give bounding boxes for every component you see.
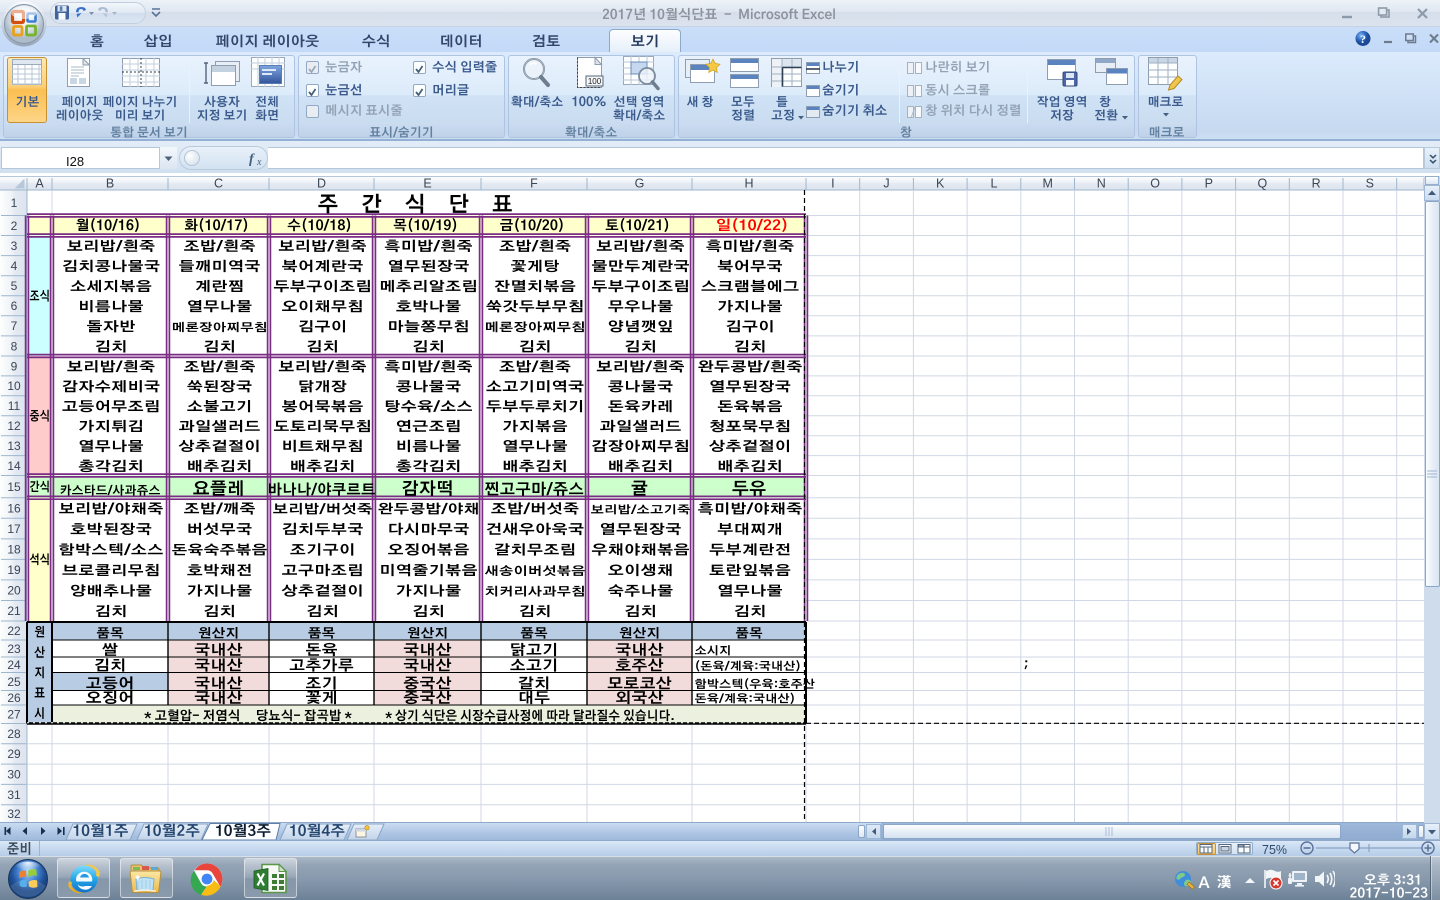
svg-text:6: 6: [11, 299, 18, 313]
svg-text:I28: I28: [66, 154, 84, 169]
svg-text:24: 24: [7, 658, 21, 672]
svg-text:5: 5: [11, 279, 18, 293]
svg-text:16: 16: [7, 501, 21, 515]
svg-text:23: 23: [7, 642, 21, 656]
svg-text:8: 8: [11, 339, 18, 353]
svg-text:20: 20: [7, 584, 21, 598]
svg-text:31: 31: [7, 788, 21, 802]
svg-text:J: J: [883, 177, 889, 191]
svg-text:2: 2: [11, 219, 18, 233]
svg-text:21: 21: [7, 604, 21, 618]
svg-text:M: M: [1042, 177, 1052, 191]
svg-text:12: 12: [7, 419, 21, 433]
svg-text:10: 10: [7, 379, 21, 393]
svg-text:F: F: [530, 177, 538, 191]
svg-text:25: 25: [7, 675, 21, 689]
svg-text:27: 27: [7, 708, 21, 722]
svg-text:9: 9: [11, 359, 18, 373]
svg-text:1: 1: [11, 196, 18, 210]
svg-text:R: R: [1312, 177, 1321, 191]
svg-text:18: 18: [7, 542, 21, 556]
svg-text:P: P: [1205, 177, 1213, 191]
svg-text:I: I: [831, 177, 834, 191]
svg-text:A: A: [35, 177, 44, 191]
svg-text:G: G: [635, 177, 645, 191]
svg-text:32: 32: [7, 807, 21, 821]
svg-text:75%: 75%: [1262, 843, 1287, 857]
svg-text:13: 13: [7, 439, 21, 453]
svg-text:14: 14: [7, 459, 21, 473]
svg-text:17: 17: [7, 522, 21, 536]
svg-text:N: N: [1097, 177, 1106, 191]
svg-text:4: 4: [11, 259, 18, 273]
svg-text:D: D: [317, 177, 326, 191]
svg-text:H: H: [744, 177, 753, 191]
svg-text:S: S: [1366, 177, 1374, 191]
svg-text:15: 15: [7, 480, 21, 494]
svg-text:E: E: [423, 177, 431, 191]
svg-text:Q: Q: [1258, 177, 1268, 191]
svg-text:K: K: [936, 177, 945, 191]
svg-text:O: O: [1150, 177, 1160, 191]
svg-text:22: 22: [7, 624, 21, 638]
svg-text:L: L: [991, 177, 998, 191]
svg-text:7: 7: [11, 319, 18, 333]
svg-text:C: C: [214, 177, 223, 191]
svg-text:26: 26: [7, 691, 21, 705]
svg-text:28: 28: [7, 727, 21, 741]
svg-text:19: 19: [7, 563, 21, 577]
svg-text:29: 29: [7, 747, 21, 761]
svg-text:3: 3: [11, 239, 18, 253]
svg-text:B: B: [106, 177, 114, 191]
svg-text:30: 30: [7, 768, 21, 782]
svg-text:11: 11: [8, 399, 21, 413]
